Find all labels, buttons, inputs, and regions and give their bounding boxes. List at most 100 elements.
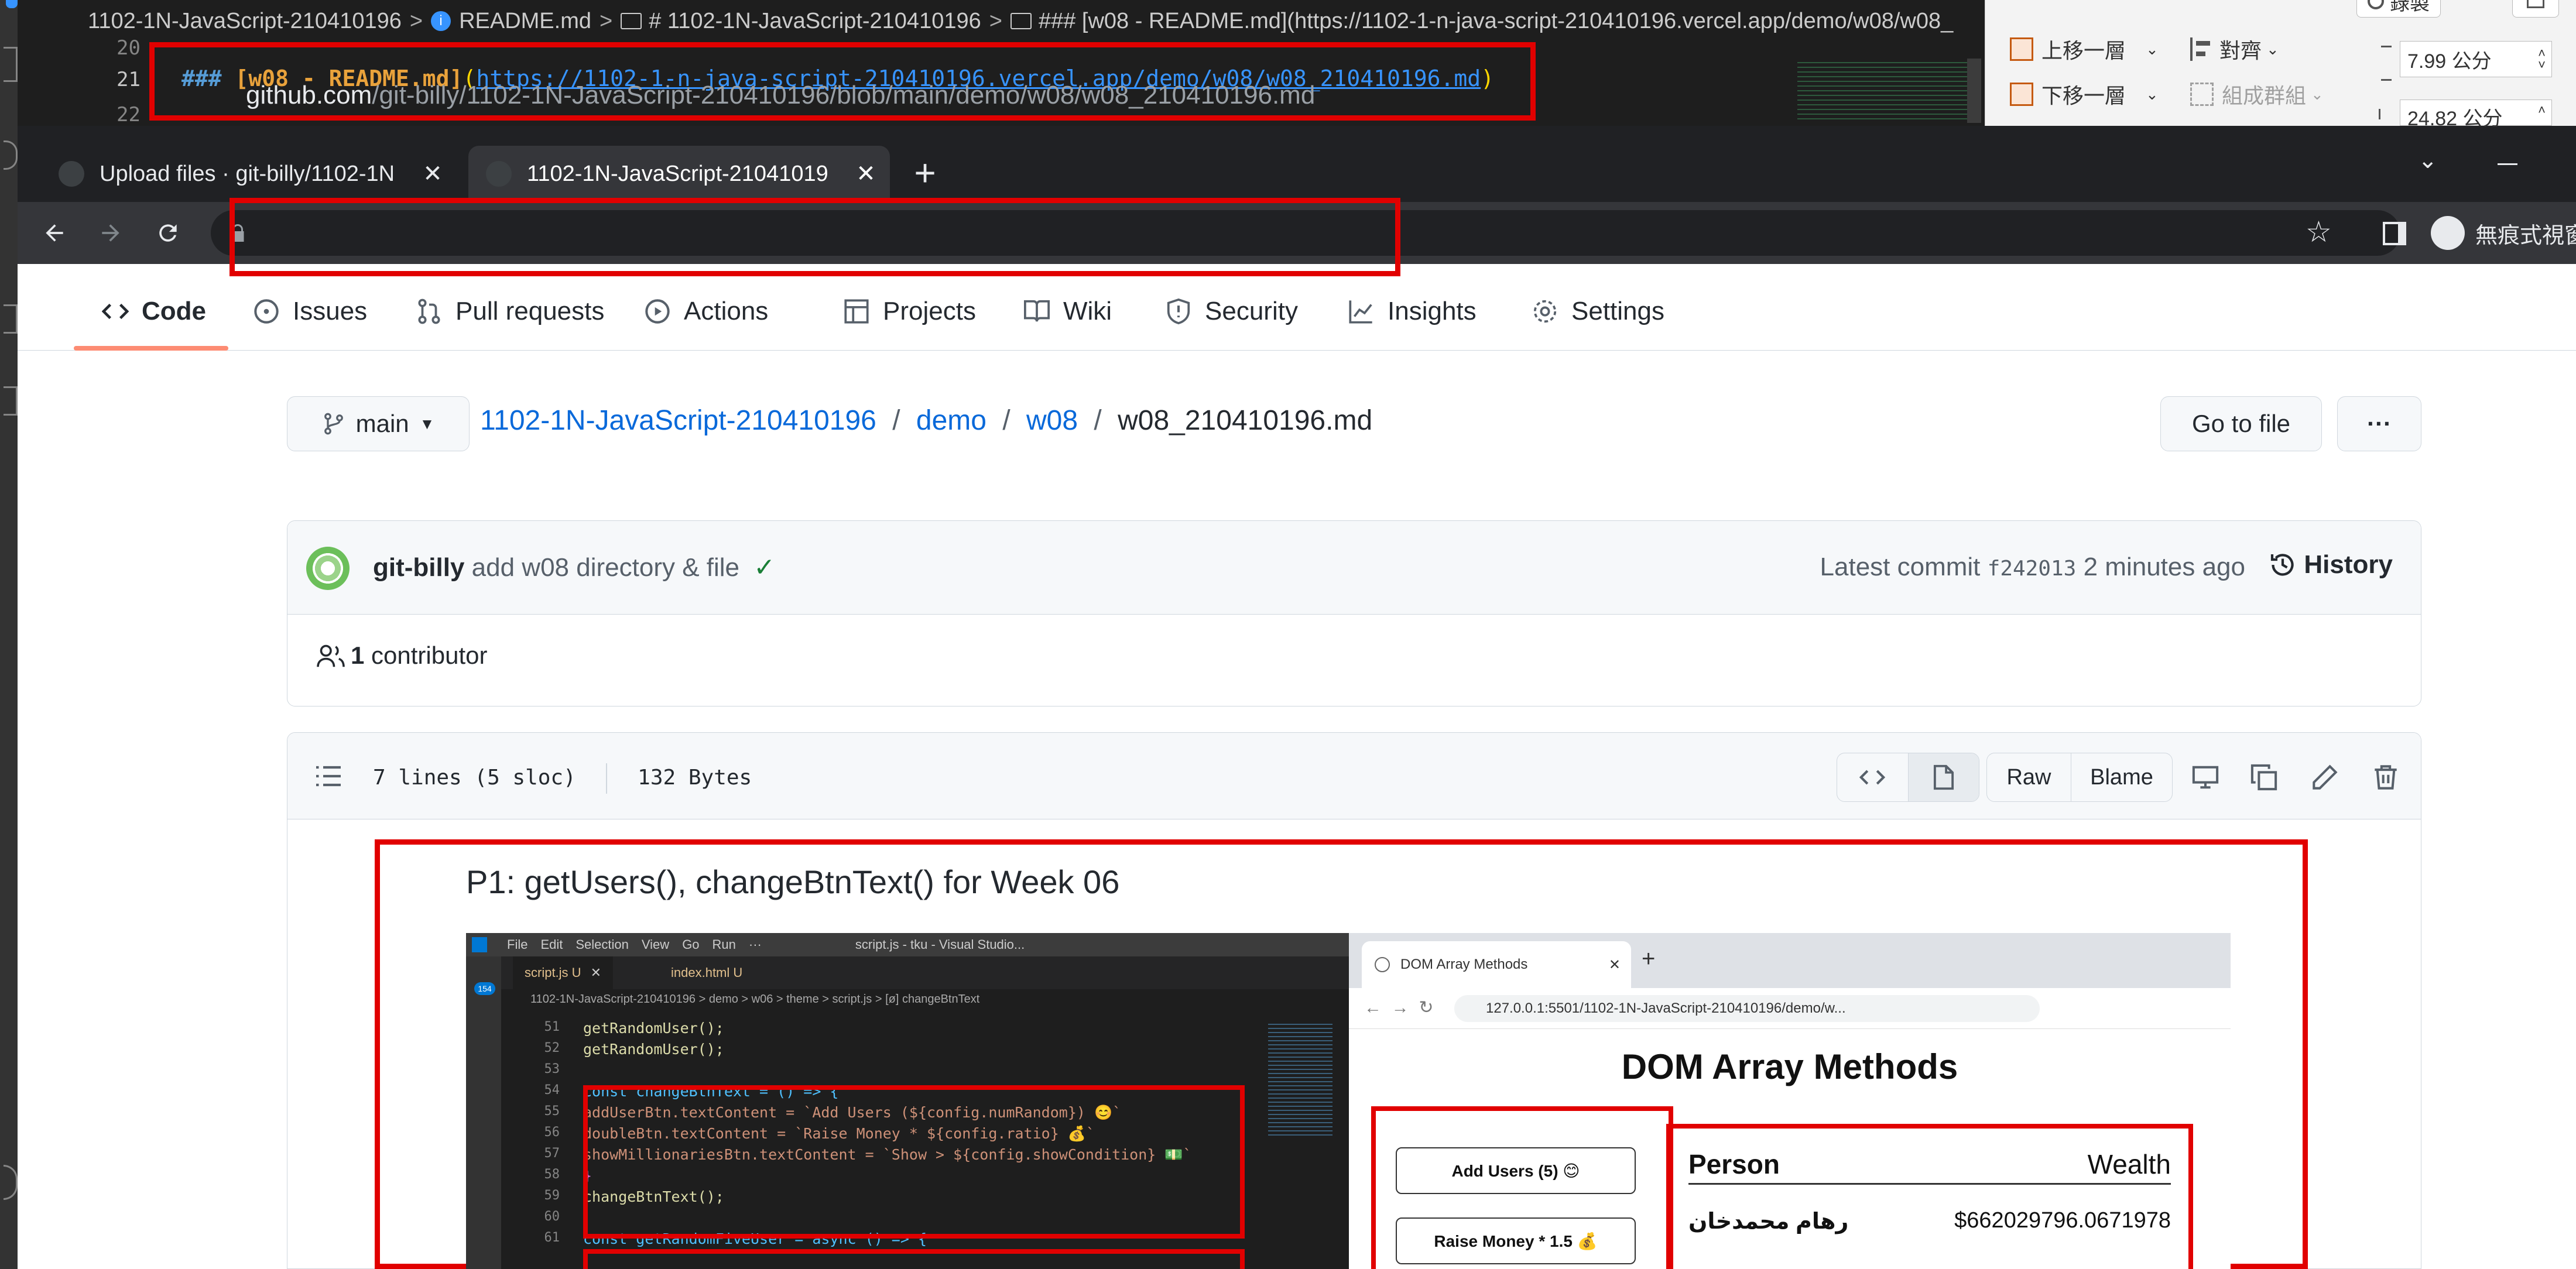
history-link[interactable]: History	[2269, 550, 2393, 579]
tab-code[interactable]: Code	[102, 297, 206, 326]
avatar[interactable]	[306, 547, 350, 590]
incognito-profile[interactable]: 無痕式視窗	[2431, 216, 2576, 250]
commit-message[interactable]: add w08 directory & file	[472, 553, 739, 582]
copy-button[interactable]	[2242, 755, 2286, 800]
breadcrumb-repo[interactable]: 1102-1N-JavaScript-210410196	[480, 405, 876, 436]
tab-label: Actions	[684, 297, 769, 325]
side-panel-icon[interactable]	[2383, 222, 2406, 245]
breadcrumb-w08[interactable]: w08	[1026, 405, 1078, 436]
screenshot-raise-money-button: Raise Money * 1.5 💰	[1396, 1217, 1636, 1264]
url-text[interactable]: github.com/git-billy/1102-1N-JavaScript-…	[246, 73, 1315, 118]
branch-selector[interactable]: main ▼	[287, 396, 470, 451]
shield-icon	[1167, 298, 1190, 325]
breadcrumb-demo[interactable]: demo	[916, 405, 986, 436]
close-icon[interactable]: ✕	[851, 160, 881, 187]
raw-blame-group: Raw Blame	[1986, 753, 2173, 802]
align-icon	[2190, 37, 2211, 61]
code-line: getRandomUser();	[583, 1020, 724, 1037]
source-view-button[interactable]	[1837, 753, 1909, 801]
minimize-icon[interactable]	[2498, 163, 2517, 165]
tab-upload-files[interactable]: Upload files · git-billy/1102-1N ✕	[41, 146, 457, 202]
tab-actions[interactable]: Actions	[644, 297, 768, 326]
send-backward-button[interactable]: 下移一層 ⌄	[2010, 79, 2159, 109]
row-name: رهام محمدخان	[1688, 1209, 1849, 1234]
close-icon[interactable]: ✕	[418, 160, 447, 187]
tab-index-html: index.html U	[659, 956, 754, 989]
edit-button[interactable]	[2303, 755, 2347, 800]
line-number: 22	[117, 103, 141, 126]
list-icon[interactable]	[314, 762, 342, 790]
forward-button[interactable]	[91, 214, 130, 252]
tab-settings[interactable]: Settings	[1532, 297, 1664, 326]
menu-item: File	[507, 937, 528, 952]
commit-sha[interactable]: f242013	[1988, 557, 2077, 581]
scrollbar[interactable]	[1967, 59, 1981, 123]
screenshot-activity-bar: 154	[466, 956, 501, 1269]
contributors[interactable]: 1 contributor	[316, 642, 487, 670]
github-favicon-icon	[59, 161, 84, 187]
blame-button[interactable]: Blame	[2071, 753, 2172, 801]
globe-icon	[1375, 957, 1390, 972]
breadcrumb-folder[interactable]: 1102-1N-JavaScript-210410196	[88, 9, 402, 34]
go-to-file-button[interactable]: Go to file	[2160, 396, 2322, 451]
breadcrumb-heading-1[interactable]: # 1102-1N-JavaScript-210410196	[649, 9, 981, 34]
history-icon	[2271, 554, 2294, 576]
tab-insights[interactable]: Insights	[1348, 297, 1477, 326]
tab-strip: Upload files · git-billy/1102-1N ✕ 1102-…	[18, 138, 2576, 202]
extensions-icon[interactable]	[4, 386, 18, 416]
raw-button[interactable]: Raw	[1987, 753, 2071, 801]
tab-pull-requests[interactable]: Pull requests	[416, 297, 604, 326]
file-header: 7 lines (5 sloc) 132 Bytes Raw Blame	[287, 733, 2421, 819]
graph-icon	[1349, 300, 1372, 324]
accounts-icon[interactable]	[4, 1165, 18, 1200]
group-icon	[2190, 83, 2214, 106]
new-tab-icon: +	[1642, 946, 1656, 972]
stepper-icon[interactable]: ˄ ˅	[2538, 47, 2546, 71]
back-button[interactable]	[35, 214, 74, 252]
rendered-view-button[interactable]	[1908, 753, 1979, 801]
readme-screenshot: File Edit Selection View Go Run ··· scri…	[466, 933, 2231, 1269]
delete-button[interactable]	[2363, 755, 2408, 800]
desktop-button[interactable]	[2183, 755, 2228, 800]
stepper-icon[interactable]: ˄	[2538, 102, 2546, 118]
commit-author[interactable]: git-billy	[373, 553, 464, 582]
shape-height-input[interactable]: 7.99 公分 ˄ ˅	[2400, 41, 2552, 77]
table-icon	[844, 299, 869, 324]
line-count: 7 lines (5 sloc)	[373, 766, 576, 790]
new-tab-button[interactable]: +	[902, 149, 948, 196]
source-control-icon[interactable]	[4, 304, 18, 334]
history-label: History	[2304, 550, 2393, 579]
chevron-down-icon: ⌄	[2311, 85, 2324, 103]
contributors-count: 1	[351, 642, 365, 669]
record-button[interactable]: 錄製	[2356, 0, 2441, 18]
bookmark-star-icon[interactable]: ☆	[2306, 215, 2332, 249]
play-icon	[645, 299, 670, 324]
check-icon[interactable]: ✓	[753, 553, 775, 582]
bring-forward-button[interactable]: 上移一層 ⌄	[2010, 34, 2159, 64]
more-options-button[interactable]: ···	[2337, 396, 2421, 451]
height-icon	[2381, 46, 2392, 81]
reload-icon	[159, 224, 177, 242]
vscode-activity-bar	[0, 0, 18, 1269]
reload-button[interactable]	[149, 214, 187, 252]
bring-forward-icon	[2010, 37, 2033, 61]
align-button[interactable]: 對齊 ⌄	[2190, 34, 2279, 64]
tab-github-file[interactable]: 1102-1N-JavaScript-21041019 ✕	[468, 146, 890, 202]
close-icon: ✕	[1608, 956, 1621, 973]
tab-issues[interactable]: Issues	[253, 297, 367, 326]
tab-search-icon[interactable]: ⌄	[2418, 147, 2438, 174]
explorer-icon[interactable]	[4, 47, 18, 82]
group-button[interactable]: 組成群組 ⌄	[2190, 79, 2324, 109]
tab-wiki[interactable]: Wiki	[1023, 297, 1112, 326]
info-icon: i	[431, 11, 451, 31]
breadcrumb-heading-3[interactable]: ### [w08 - README.md](https://1102-1-n-j…	[1039, 9, 1953, 34]
code-icon	[1859, 770, 1886, 785]
tab-projects[interactable]: Projects	[843, 297, 976, 326]
tab-security[interactable]: Security	[1165, 297, 1298, 326]
shape-width-input[interactable]: 24.82 公分 ˄	[2400, 100, 2552, 130]
breadcrumb-file[interactable]: README.md	[459, 9, 591, 34]
minimap[interactable]	[1797, 59, 1967, 123]
search-icon[interactable]	[4, 140, 18, 170]
file-info: 7 lines (5 sloc) 132 Bytes	[373, 763, 752, 794]
comment-button[interactable]	[2512, 0, 2559, 18]
